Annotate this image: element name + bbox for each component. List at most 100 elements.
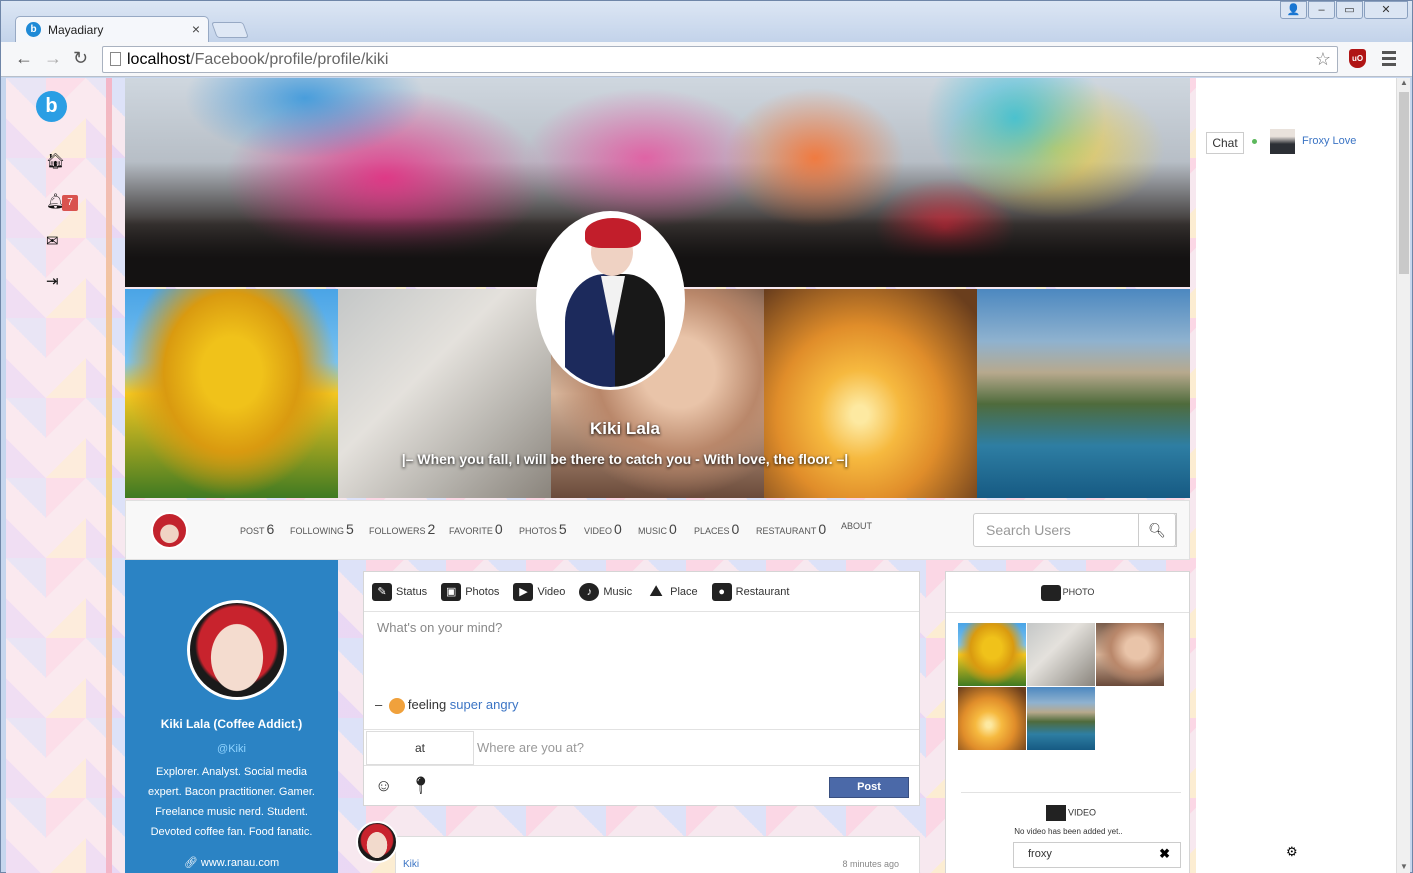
- at-label: at: [366, 731, 474, 765]
- avatar[interactable]: [187, 600, 287, 700]
- photo-thumb[interactable]: [1096, 623, 1164, 686]
- photo-thumb[interactable]: [1027, 623, 1095, 686]
- photo-panel-title: PHOTO: [1062, 587, 1095, 597]
- link-icon: 🔗︎: [183, 857, 201, 869]
- stat-music[interactable]: MUSIC 0: [638, 521, 677, 537]
- film-icon: ▶: [513, 582, 534, 601]
- page-content: b 🏠︎ 🔔︎ 7 ✉ ⇥ Kiki Lala |– When you fall…: [6, 78, 1410, 873]
- sign-in-icon[interactable]: ⇥: [46, 272, 59, 290]
- location-input[interactable]: Where are you at?: [477, 740, 584, 755]
- post-composer: ✎ Status ▣ Photos ▶ Video ♪ Music ⛰ Place ● Re…: [363, 571, 920, 806]
- stat-following[interactable]: FOLLOWING 5: [290, 521, 354, 537]
- stat-photos[interactable]: PHOTOS 5: [519, 521, 567, 537]
- profile-card: Kiki Lala (Coffee Addict.) @Kiki Explore…: [125, 560, 338, 873]
- close-icon[interactable]: ✖: [1159, 846, 1170, 862]
- url-text[interactable]: localhost/Facebook/profile/profile/kiki: [127, 51, 388, 69]
- browser-window: b Mayadiary × 👤 – ▭ ✕ ← → ↻ localhost/Fa…: [0, 0, 1413, 873]
- browser-menu-icon[interactable]: [1382, 51, 1396, 69]
- video-title: VIDEO: [1067, 807, 1096, 818]
- map-marker-icon[interactable]: 📍︎: [410, 776, 432, 796]
- film-icon: [1045, 805, 1066, 821]
- minimize-button[interactable]: –: [1308, 1, 1335, 19]
- envelope-icon[interactable]: ✉: [46, 232, 59, 250]
- chat-input-value: froxy: [1028, 848, 1052, 860]
- gear-icon[interactable]: ⚙: [1286, 844, 1298, 860]
- chat-sidebar: Chat Froxy Love ⚙: [1196, 78, 1396, 873]
- sidebar-stripe: [106, 78, 112, 873]
- forward-icon[interactable]: →: [44, 48, 62, 69]
- stat-about[interactable]: ABOUT: [841, 521, 872, 531]
- window-controls: 👤 – ▭ ✕: [1280, 1, 1408, 19]
- profile-website[interactable]: 🔗︎ www.ranau.com: [125, 856, 338, 869]
- scrollbar-thumb[interactable]: [1399, 92, 1409, 274]
- photo-thumb[interactable]: [958, 687, 1026, 750]
- home-icon[interactable]: 🏠︎: [46, 152, 65, 170]
- stat-favorite[interactable]: FAVORITE 0: [449, 521, 503, 537]
- close-window-button[interactable]: ✕: [1364, 1, 1408, 19]
- tab-video[interactable]: ▶ Video: [513, 582, 565, 601]
- feed-post: Kiki 8 minutes ago: [356, 821, 920, 873]
- left-sidebar: b 🏠︎ 🔔︎ 7 ✉ ⇥: [6, 78, 112, 873]
- stat-post[interactable]: POST 6: [240, 521, 274, 537]
- avatar[interactable]: [151, 512, 188, 549]
- avatar[interactable]: [356, 821, 398, 863]
- page-icon: [110, 52, 121, 66]
- tab-music[interactable]: ♪ Music: [579, 582, 632, 601]
- angry-emoji-icon: [388, 697, 405, 714]
- close-tab-icon[interactable]: ×: [192, 21, 200, 37]
- emoji-icon[interactable]: ☺: [375, 776, 392, 796]
- online-status-icon: [1252, 139, 1257, 144]
- ublock-extension-icon[interactable]: uO: [1349, 49, 1366, 68]
- address-bar[interactable]: localhost/Facebook/profile/profile/kiki …: [102, 46, 1338, 73]
- maximize-button[interactable]: ▭: [1336, 1, 1363, 19]
- feeling-line: – feeling super angry: [375, 697, 518, 714]
- bookmark-star-icon[interactable]: ☆: [1315, 49, 1331, 70]
- restaurant-icon: ●: [711, 582, 732, 601]
- profile-icon[interactable]: 👤: [1280, 1, 1307, 19]
- photo-thumb[interactable]: [958, 623, 1026, 686]
- site-favicon-icon: b: [26, 22, 41, 37]
- stat-video[interactable]: VIDEO 0: [584, 521, 622, 537]
- browser-tab[interactable]: b Mayadiary ×: [15, 16, 209, 42]
- chat-button[interactable]: Chat: [1206, 132, 1244, 154]
- feeling-value[interactable]: super angry: [450, 697, 519, 712]
- stat-followers[interactable]: FOLLOWERS 2: [369, 521, 435, 537]
- tab-title: Mayadiary: [48, 23, 104, 37]
- tab-place[interactable]: ⛰ Place: [646, 582, 697, 601]
- chat-contact-name[interactable]: Froxy Love: [1302, 135, 1356, 147]
- tab-restaurant[interactable]: ● Restaurant: [711, 582, 789, 601]
- logo-icon[interactable]: b: [36, 91, 67, 122]
- back-icon[interactable]: ←: [15, 48, 33, 69]
- stats-bar: POST 6 FOLLOWING 5 FOLLOWERS 2 FAVORITE 0 PH…: [125, 500, 1190, 560]
- avatar[interactable]: [1270, 129, 1295, 154]
- no-video-text: No video has been added yet..: [1014, 827, 1123, 836]
- tab-photos[interactable]: ▣ Photos: [441, 582, 499, 601]
- photos-icon: [1040, 584, 1061, 601]
- status-input[interactable]: What's on your mind?: [377, 620, 502, 635]
- profile-avatar-large[interactable]: [536, 211, 685, 390]
- profile-handle[interactable]: @Kiki: [125, 743, 338, 755]
- scrollbar[interactable]: ▲ ▼: [1396, 78, 1410, 873]
- composer-tabs: ✎ Status ▣ Photos ▶ Video ♪ Music ⛰ Place ● Re…: [364, 572, 919, 612]
- chat-search-input[interactable]: froxy ✖: [1013, 842, 1181, 868]
- media-panel: PHOTO VIDEO No video has been added yet.…: [945, 571, 1190, 873]
- tab-status[interactable]: ✎ Status: [372, 582, 427, 601]
- stat-restaurant[interactable]: RESTAURANT 0: [756, 521, 826, 537]
- post-button[interactable]: Post: [829, 777, 909, 798]
- pencil-icon: ✎: [372, 582, 392, 601]
- music-icon: ♪: [579, 582, 600, 601]
- map-icon: ⛰: [649, 582, 663, 600]
- reload-icon[interactable]: ↻: [73, 48, 88, 69]
- notification-badge: 7: [62, 195, 78, 211]
- feeling-dash: –: [375, 697, 383, 712]
- avatar-hair: [585, 218, 641, 248]
- new-tab-button[interactable]: [211, 22, 249, 38]
- post-username[interactable]: Kiki: [403, 859, 419, 870]
- stat-places[interactable]: PLACES 0: [694, 521, 739, 537]
- scroll-up-icon[interactable]: ▲: [1400, 78, 1408, 87]
- profile-quote: |– When you fall, I will be there to cat…: [401, 451, 849, 467]
- scroll-down-icon[interactable]: ▼: [1400, 862, 1408, 871]
- photo-thumb[interactable]: [1027, 687, 1095, 750]
- search-icon[interactable]: 🔍︎: [1138, 513, 1176, 547]
- photos-icon: ▣: [441, 582, 462, 601]
